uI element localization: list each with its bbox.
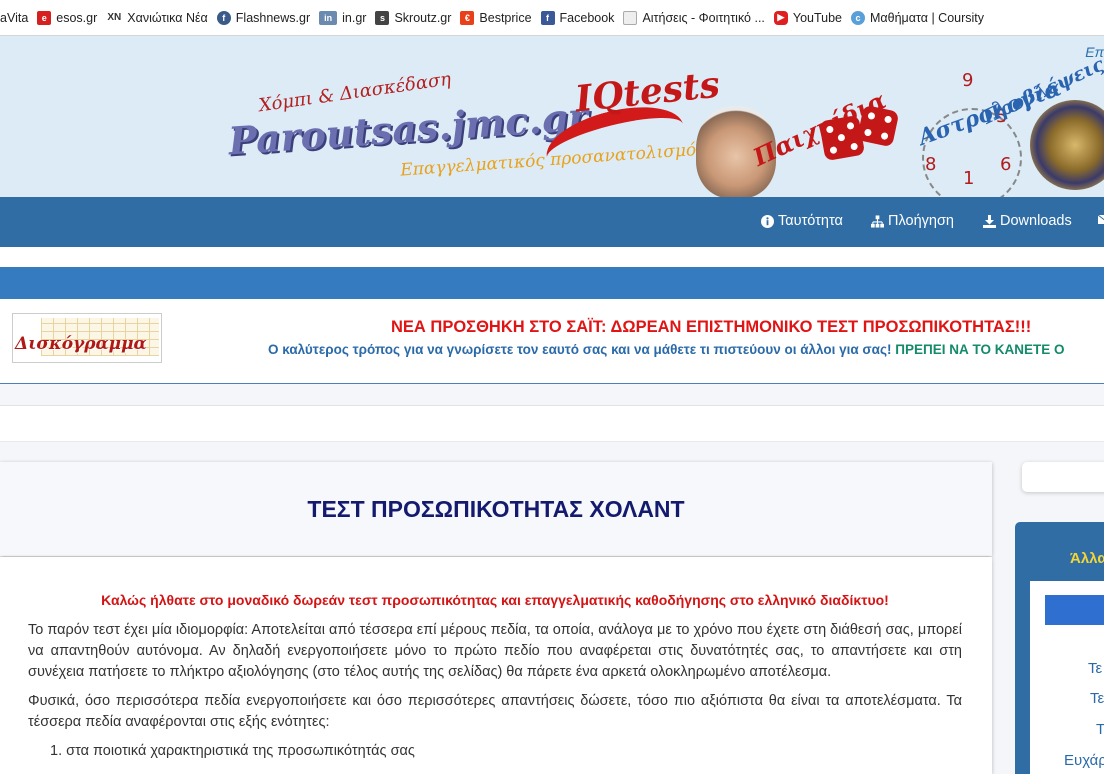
nav-label: Ταυτότητα (778, 213, 843, 229)
test-panel-body: Καλώς ήλθατε στο μοναδικό δωρεάν τεστ πρ… (0, 557, 992, 774)
bookmark-youtube[interactable]: ▶ YouTube (773, 10, 843, 25)
diskogramma-text: Δισκόγραμμα (15, 334, 147, 354)
bookmarks-bar: aVita e esos.gr XN Χανιώτικα Νέα f Flash… (0, 0, 1104, 36)
white-strip (0, 406, 1104, 441)
info-icon (761, 214, 774, 228)
spacer (0, 247, 1104, 267)
dice-icon (856, 104, 900, 148)
list-item: 1. στα ποιοτικά χαρακτηριστικά της προσω… (50, 743, 415, 759)
bookmark-label: aVita (0, 10, 29, 25)
youtube-icon: ▶ (773, 10, 788, 25)
nav-label: Downloads (1000, 213, 1072, 229)
bookmark-xaniotika-nea[interactable]: XN Χανιώτικα Νέα (106, 10, 208, 25)
sidebar-link[interactable]: Ευχάρ (1064, 752, 1104, 769)
clock-number: 8 (925, 154, 937, 175)
intro-paragraph: Το παρόν τεστ έχει μία ιδιομορφία: Αποτε… (28, 622, 962, 680)
sidebar-link[interactable]: Τ (1096, 721, 1104, 738)
bookmark-label: Facebook (559, 10, 615, 25)
download-icon (983, 214, 996, 228)
clock-number: 1 (963, 168, 975, 189)
xn-icon: XN (107, 12, 122, 23)
nav-label: Πλοήγηση (888, 213, 954, 229)
iq-text: IQtests (573, 63, 722, 121)
announcement-subtitle-blue: Ο καλύτερος τρόπος για να γνωρίσετε τον … (268, 342, 892, 357)
bookmark-avita[interactable]: aVita (0, 11, 28, 25)
announcement-subtitle: Ο καλύτερος τρόπος για να γνωρίσετε τον … (268, 342, 1065, 357)
sidebar-button[interactable] (1045, 595, 1104, 625)
facebook-icon: f (540, 10, 555, 25)
sidebar-link[interactable]: Τε (1088, 660, 1102, 677)
bookmark-facebook[interactable]: f Facebook (540, 10, 615, 25)
announcement-subtitle-green: ΠΡΕΠΕΙ ΝΑ ΤΟ ΚΑΝΕΤΕ Ο (895, 342, 1065, 357)
bookmark-flashnews[interactable]: f Flashnews.gr (216, 10, 311, 25)
bookmark-label: Skroutz.gr (394, 10, 452, 25)
bookmark-in-gr[interactable]: in in.gr (319, 10, 367, 25)
fields-paragraph: Φυσικά, όσο περισσότερα πεδία ενεργοποιή… (28, 693, 962, 730)
bookmark-label: Flashnews.gr (235, 10, 311, 25)
nav-item-identity[interactable]: Ταυτότητα (761, 213, 843, 229)
coursity-icon: c (851, 10, 866, 25)
announcement-title[interactable]: ΝΕΑ ΠΡΟΣΘΗΚΗ ΣΤΟ ΣΑΪΤ: ΔΩΡΕΑΝ ΕΠΙΣΤΗΜΟΝΙ… (391, 318, 1031, 337)
in-icon: in (319, 10, 338, 25)
bookmark-skroutz[interactable]: s Skroutz.gr (375, 10, 452, 25)
nav-item-navigation[interactable]: Πλοήγηση (871, 213, 954, 229)
diskogramma-logo[interactable]: Δισκόγραμμα (12, 313, 162, 363)
page-icon (623, 10, 638, 25)
bookmark-esos[interactable]: e esos.gr (37, 10, 98, 25)
bookmark-label: Χανιώτικα Νέα (127, 10, 208, 25)
sitemap-icon (871, 214, 884, 228)
sidebar-link[interactable]: Τε (1090, 690, 1104, 707)
zodiac-wheel-image (1030, 100, 1104, 190)
clock-number: 6 (1000, 154, 1012, 175)
mail-icon (1098, 213, 1104, 226)
bookmark-label: in.gr (342, 10, 367, 25)
divider (0, 405, 1104, 406)
nav-item-downloads[interactable]: Downloads (983, 213, 1072, 229)
site-banner: Επ Χόμπι & Διασκέδαση Paroutsas.jmc.gr I… (0, 36, 1104, 197)
esos-icon: e (37, 10, 52, 25)
bookmark-aitiseis[interactable]: Αιτήσεις - Φοιτητικό ... (623, 10, 765, 25)
flashnews-icon: f (216, 10, 231, 25)
announcement-box: Δισκόγραμμα ΝΕΑ ΠΡΟΣΘΗΚΗ ΣΤΟ ΣΑΪΤ: ΔΩΡΕΑ… (0, 299, 1104, 384)
bestprice-icon: € (460, 10, 475, 25)
sidebar-top-box (1022, 462, 1104, 492)
bookmark-label: Μαθήματα | Coursity (870, 10, 985, 25)
sidebar-heading: Άλλα (1030, 537, 1104, 581)
bookmark-bestprice[interactable]: € Bestprice (460, 10, 532, 25)
divider (0, 441, 1104, 442)
welcome-text: Καλώς ήλθατε στο μοναδικό δωρεάν τεστ πρ… (101, 592, 889, 608)
skroutz-icon: s (375, 10, 390, 25)
clock-number: 9 (962, 70, 974, 91)
bookmark-coursity[interactable]: c Μαθήματα | Coursity (851, 10, 985, 25)
bookmark-label: Αιτήσεις - Φοιτητικό ... (642, 10, 765, 25)
fields-list: 1. στα ποιοτικά χαρακτηριστικά της προσω… (28, 741, 962, 762)
test-panel-header: ΤΕΣΤ ΠΡΟΣΩΠΙΚΟΤΗΤΑΣ ΧΟΛΑΝΤ (0, 462, 992, 556)
page-title: ΤΕΣΤ ΠΡΟΣΩΠΙΚΟΤΗΤΑΣ ΧΟΛΑΝΤ (307, 496, 685, 522)
bookmark-label: Bestprice (479, 10, 532, 25)
bookmark-label: esos.gr (56, 10, 98, 25)
nav-item-mail[interactable] (1098, 213, 1104, 226)
main-navbar: Ταυτότητα Πλοήγηση Downloads (0, 197, 1104, 247)
secondary-bar (0, 267, 1104, 299)
bookmark-label: YouTube (792, 10, 843, 25)
